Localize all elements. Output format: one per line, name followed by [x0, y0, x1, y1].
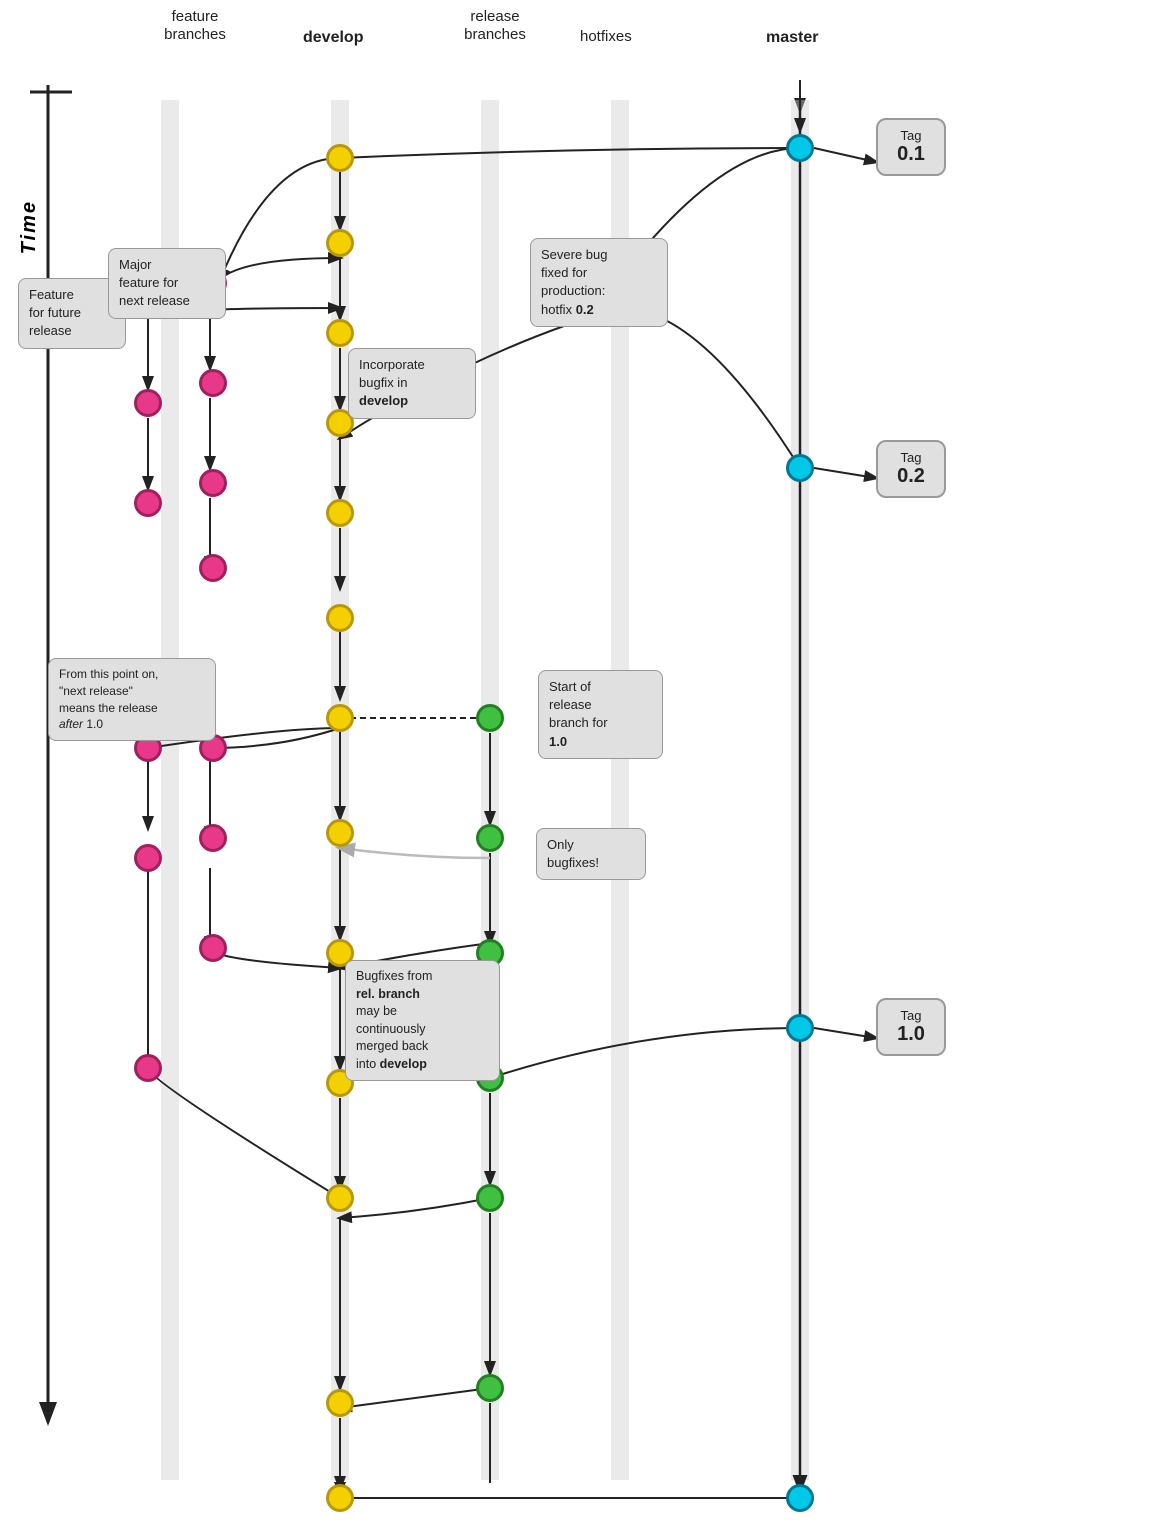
callout-only-bugfixes: Onlybugfixes! [536, 828, 646, 880]
tag-label-02: Tag [901, 450, 922, 465]
node-master-4 [786, 1484, 814, 1512]
node-release-6 [476, 1374, 504, 1402]
node-master-1 [786, 134, 814, 162]
tag-box-01: Tag 0.1 [876, 118, 946, 176]
node-feature-r6 [199, 824, 227, 852]
node-develop-1 [326, 144, 354, 172]
node-release-2 [476, 824, 504, 852]
node-develop-2 [326, 229, 354, 257]
diagram-container: feature branches develop release branche… [0, 0, 1150, 1524]
node-feature-l6 [134, 1054, 162, 1082]
node-release-5 [476, 1184, 504, 1212]
callout-start-release: Start ofreleasebranch for1.0 [538, 670, 663, 759]
callout-severe-bug: Severe bugfixed forproduction:hotfix 0.2 [530, 238, 668, 327]
arrows-svg [0, 0, 1150, 1524]
node-feature-r3 [199, 469, 227, 497]
col-label-release: release branches [450, 8, 540, 44]
node-release-1 [476, 704, 504, 732]
callout-major-feature: Majorfeature fornext release [108, 248, 226, 319]
node-develop-11 [326, 1184, 354, 1212]
tag-label-01: Tag [901, 128, 922, 143]
tag-box-10: Tag 1.0 [876, 998, 946, 1056]
node-feature-r7 [199, 934, 227, 962]
node-feature-r2 [199, 369, 227, 397]
callout-incorporate-bugfix: Incorporatebugfix indevelop [348, 348, 476, 419]
col-label-master: master [766, 28, 818, 47]
node-master-3 [786, 1014, 814, 1042]
node-master-2 [786, 454, 814, 482]
col-label-hotfix: hotfixes [580, 28, 632, 46]
node-develop-13 [326, 1484, 354, 1512]
node-develop-7 [326, 704, 354, 732]
callout-next-release: From this point on,"next release"means t… [48, 658, 216, 741]
tag-label-10: Tag [901, 1008, 922, 1023]
node-develop-5 [326, 499, 354, 527]
node-feature-l3 [134, 489, 162, 517]
tag-value-02: 0.2 [892, 465, 930, 488]
tag-value-01: 0.1 [892, 143, 930, 166]
node-develop-3 [326, 319, 354, 347]
col-label-feature: feature branches [140, 8, 250, 44]
tag-box-02: Tag 0.2 [876, 440, 946, 498]
callout-bugfixes-merged: Bugfixes fromrel. branchmay becontinuous… [345, 960, 500, 1081]
node-develop-8 [326, 819, 354, 847]
time-label: Time [18, 200, 41, 254]
col-label-develop: develop [303, 28, 363, 47]
node-feature-l2 [134, 389, 162, 417]
node-develop-6 [326, 604, 354, 632]
node-feature-r4 [199, 554, 227, 582]
node-develop-12 [326, 1389, 354, 1417]
tag-value-10: 1.0 [892, 1023, 930, 1046]
node-feature-l5 [134, 844, 162, 872]
